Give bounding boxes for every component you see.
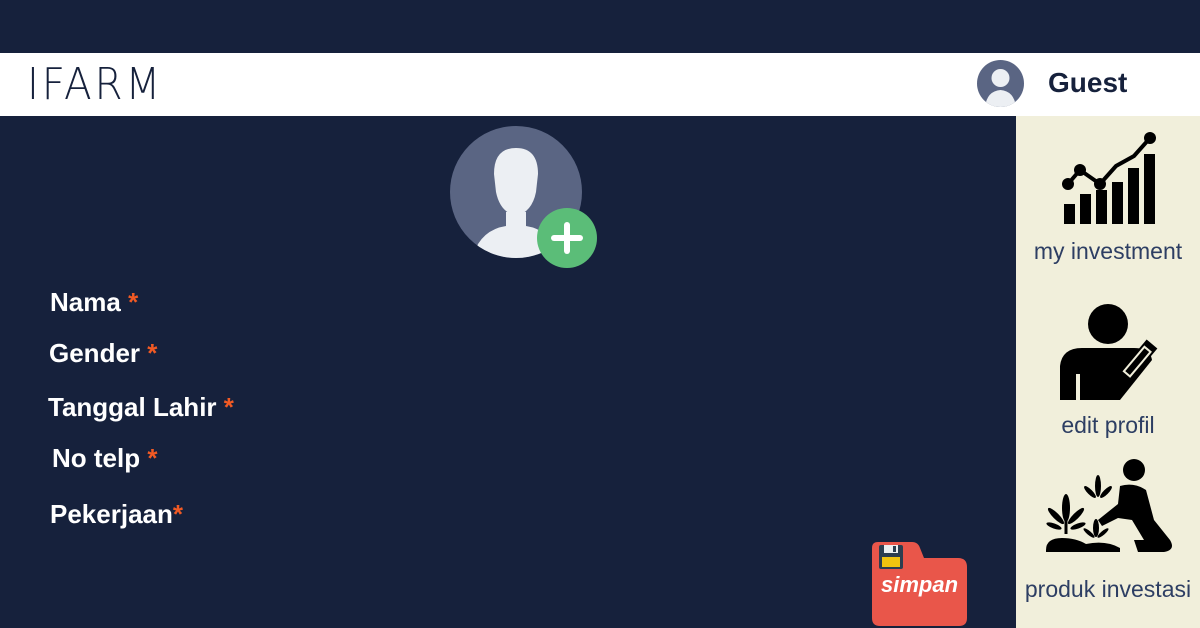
sidebar: my investment edit profil produk investa… — [1016, 116, 1200, 628]
required-mark: * — [223, 392, 234, 422]
field-label-tanggal-lahir: Tanggal Lahir * — [48, 392, 234, 423]
field-label-nama: Nama * — [50, 287, 138, 318]
sidebar-item-label: edit profil — [1061, 412, 1155, 438]
user-name: Guest — [1048, 67, 1128, 98]
required-mark: * — [128, 287, 139, 317]
required-mark: * — [147, 443, 158, 473]
user-silhouette-icon — [985, 69, 1016, 107]
field-label-text: Pekerjaan — [50, 499, 173, 529]
growth-chart-icon — [1062, 132, 1156, 224]
sidebar-item-label: my investment — [1033, 238, 1183, 264]
field-label-text: No telp — [52, 443, 141, 473]
plus-icon — [551, 222, 583, 254]
sidebar-item-my-investment[interactable]: my investment — [1016, 116, 1200, 276]
user-avatar[interactable] — [977, 60, 1024, 107]
save-label: simpan — [880, 572, 959, 597]
floppy-disk-icon — [879, 545, 903, 569]
field-label-text: Nama — [50, 287, 121, 317]
field-label-pekerjaan: Pekerjaan* — [50, 499, 183, 530]
required-mark: * — [147, 338, 158, 368]
field-label-no-telp: No telp * — [52, 443, 157, 474]
required-mark: * — [172, 499, 183, 529]
field-label-gender: Gender * — [49, 338, 157, 369]
sidebar-item-produk-investasi[interactable]: produk investasi — [1016, 452, 1200, 622]
app-logo[interactable]: IFARM — [27, 60, 163, 110]
field-label-text: Tanggal Lahir — [48, 392, 217, 422]
field-label-text: Gender — [49, 338, 141, 368]
sidebar-item-edit-profil[interactable]: edit profil — [1016, 288, 1200, 448]
user-edit-icon — [1060, 304, 1158, 400]
farmer-planting-icon — [1046, 459, 1172, 552]
add-photo-button[interactable] — [537, 208, 597, 268]
sidebar-item-label: produk investasi — [1024, 576, 1192, 602]
save-button[interactable]: simpan — [872, 542, 967, 626]
